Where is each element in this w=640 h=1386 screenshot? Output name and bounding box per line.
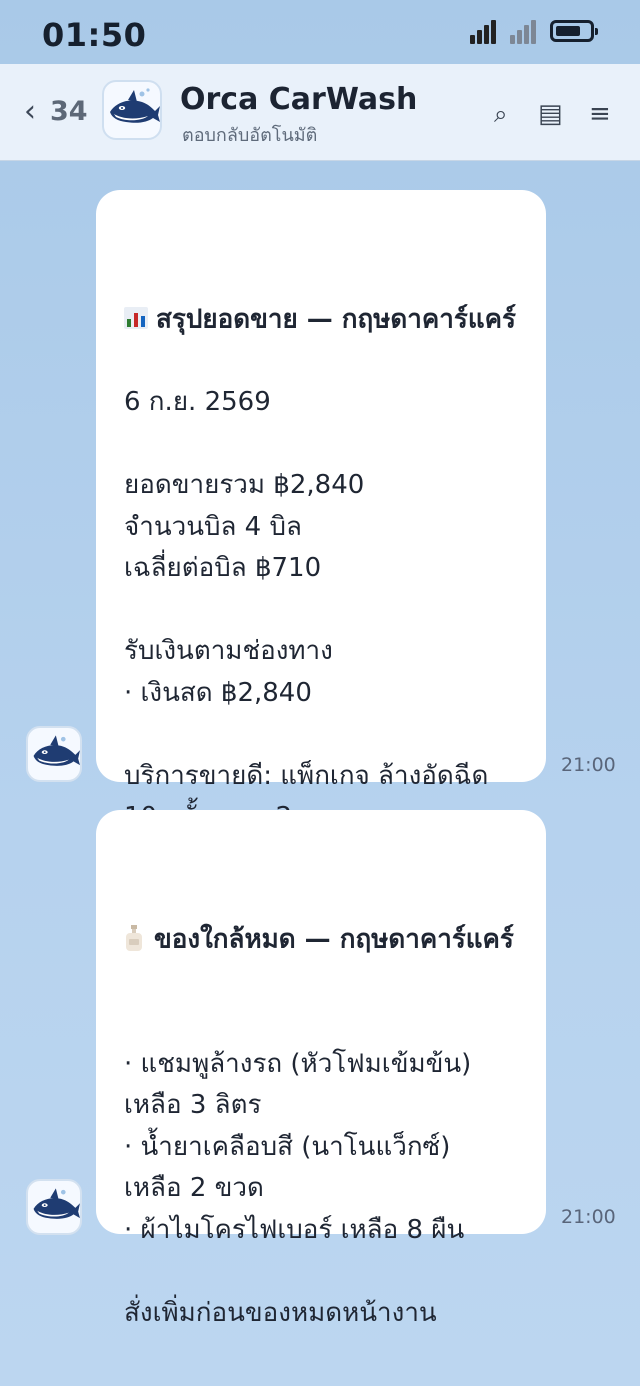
bot-avatar[interactable] (26, 1179, 82, 1235)
orca-logo-icon (110, 88, 160, 123)
orca-avatar[interactable] (102, 80, 162, 140)
message-timestamp: 21:00 (561, 754, 616, 776)
message-bubble: สรุปยอดขาย — กฤษดาคาร์แคร์ 6 ก.ย. 2569 ย… (96, 190, 546, 874)
search-icon[interactable]: ⌕ (494, 100, 507, 128)
message-heading-text: ของใกล้หมด — กฤษดาคาร์แคร์ (154, 924, 514, 954)
bot-avatar[interactable] (26, 726, 82, 782)
message-bubble: ของใกล้หมด — กฤษดาคาร์แคร์ · แชมพูล้างรถ… (96, 810, 546, 1328)
notes-icon[interactable]: ▤ (538, 100, 563, 128)
message-body: 6 ก.ย. 2569 ยอดขายรวม ฿2,840 จำนวนบิล 4 … (124, 387, 489, 874)
unread-count[interactable]: 34 (50, 96, 88, 127)
status-time: 01:50 (42, 16, 147, 54)
bar-chart-icon (124, 260, 148, 329)
battery-icon (550, 20, 598, 42)
message-timestamp: 21:00 (561, 1206, 616, 1228)
status-bar: 01:50 (0, 0, 640, 64)
menu-icon[interactable]: ≡ (589, 100, 611, 128)
message-heading: สรุปยอดขาย — กฤษดาคาร์แคร์ (124, 258, 518, 341)
chat-title: Orca CarWash (180, 82, 418, 117)
message-heading: ของใกล้หมด — กฤษดาคาร์แคร์ (124, 878, 518, 961)
message-body: · แชมพูล้างรถ (หัวโฟมเข้มข้น) เหลือ 3 ลิ… (124, 1048, 472, 1328)
cell-signal-icon (470, 20, 500, 44)
chat-header: ‹ 34 Orca CarWash ตอบกลับอัตโนมัติ ⌕ ▤ ≡ (0, 64, 640, 161)
secondary-signal-icon (510, 20, 540, 44)
orca-logo-icon (33, 1188, 80, 1219)
message-heading-text: สรุปยอดขาย — กฤษดาคาร์แคร์ (156, 304, 516, 334)
lotion-bottle-icon (124, 882, 144, 951)
back-chevron-icon[interactable]: ‹ (24, 94, 36, 130)
chat-subtitle: ตอบกลับอัตโนมัติ (182, 125, 318, 146)
orca-logo-icon (33, 735, 80, 766)
